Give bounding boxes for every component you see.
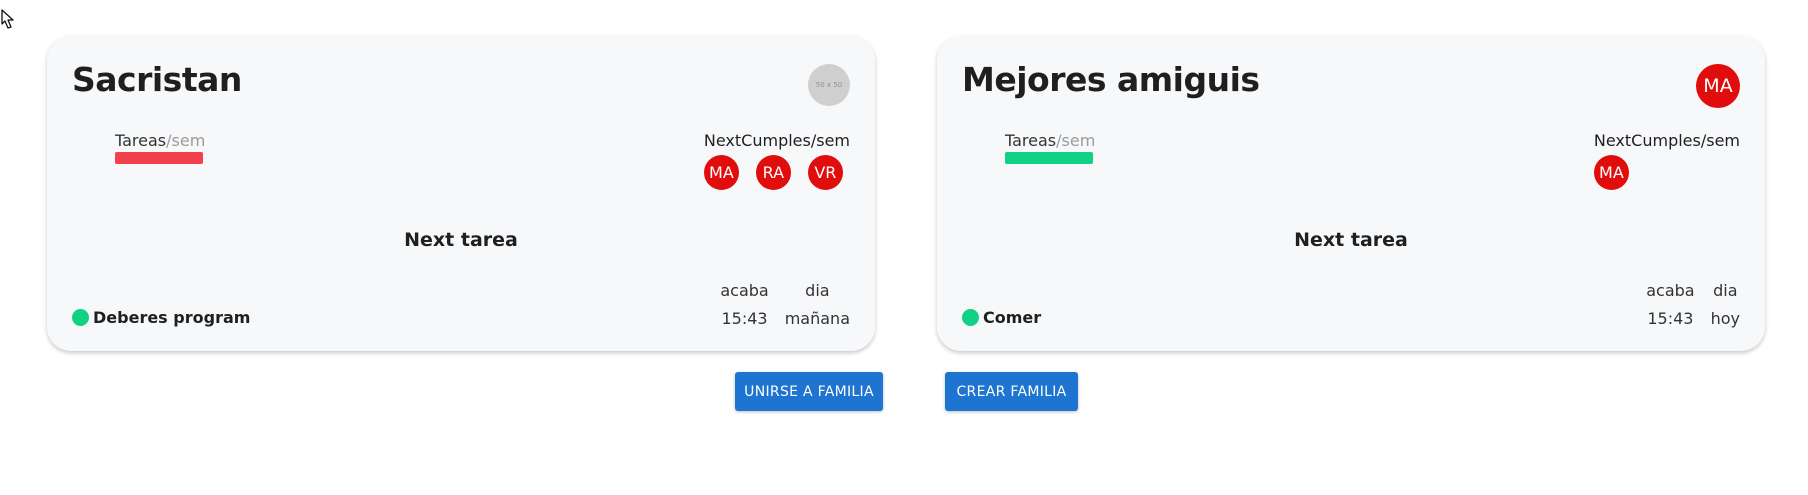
acaba-header: acaba: [720, 281, 769, 300]
acaba-header: acaba: [1646, 281, 1695, 300]
family-title: Sacristan: [72, 60, 242, 99]
family-title: Mejores amiguis: [962, 60, 1260, 99]
dia-value: hoy: [1710, 309, 1740, 328]
tareas-bar: [1005, 152, 1093, 164]
family-card-mejores-amiguis[interactable]: Mejores amiguis MA Tareas/sem NextCumple…: [937, 36, 1765, 351]
join-family-button[interactable]: UNIRSE A FAMILIA: [735, 372, 883, 411]
tareas-unit: /sem: [1056, 131, 1096, 150]
cumples-label: NextCumples/sem: [703, 131, 850, 150]
next-tarea-title: Next tarea: [1294, 229, 1408, 251]
family-avatar[interactable]: MA: [1696, 64, 1740, 108]
cumples-avatar-row: MA RA VR: [703, 155, 850, 190]
task-name: Deberes program: [93, 308, 251, 327]
tareas-label: Tareas/sem: [1005, 131, 1095, 150]
tareas-bar: [115, 152, 203, 164]
dia-value: mañana: [784, 309, 850, 328]
green-dot-icon: [72, 309, 89, 326]
green-dot-icon: [962, 309, 979, 326]
cumples-label: NextCumples/sem: [1593, 131, 1740, 150]
next-cumples: NextCumples/sem MA: [1593, 131, 1740, 190]
member-avatar[interactable]: MA: [703, 155, 739, 190]
next-tarea-title: Next tarea: [404, 229, 518, 251]
tareas-indicator: Tareas/sem: [115, 131, 205, 164]
tareas-label: Tareas/sem: [115, 131, 205, 150]
next-cumples: NextCumples/sem MA RA VR: [703, 131, 850, 190]
next-task[interactable]: Comer: [962, 308, 1041, 327]
tareas-text: Tareas: [115, 131, 167, 150]
family-card-sacristan[interactable]: Sacristan 50 x 50 Tareas/sem NextCumples…: [47, 36, 875, 351]
tareas-unit: /sem: [166, 131, 206, 150]
family-avatar-placeholder: 50 x 50: [808, 64, 850, 106]
task-schedule: acaba dia 15:43 mañana: [712, 278, 850, 331]
member-avatar[interactable]: MA: [1593, 155, 1629, 190]
hand-pointer-icon: [1, 9, 14, 29]
create-family-button[interactable]: CREAR FAMILIA: [945, 372, 1078, 411]
member-avatar[interactable]: RA: [755, 155, 791, 190]
cumples-avatar-row: MA: [1593, 155, 1740, 190]
tareas-text: Tareas: [1005, 131, 1057, 150]
member-avatar[interactable]: VR: [807, 155, 843, 190]
tareas-indicator: Tareas/sem: [1005, 131, 1095, 164]
task-name: Comer: [983, 308, 1042, 327]
dia-header: dia: [1713, 281, 1738, 300]
acaba-value: 15:43: [1647, 309, 1694, 328]
task-schedule: acaba dia 15:43 hoy: [1638, 278, 1740, 331]
next-task[interactable]: Deberes program: [72, 308, 250, 327]
acaba-value: 15:43: [721, 309, 768, 328]
dia-header: dia: [805, 281, 830, 300]
